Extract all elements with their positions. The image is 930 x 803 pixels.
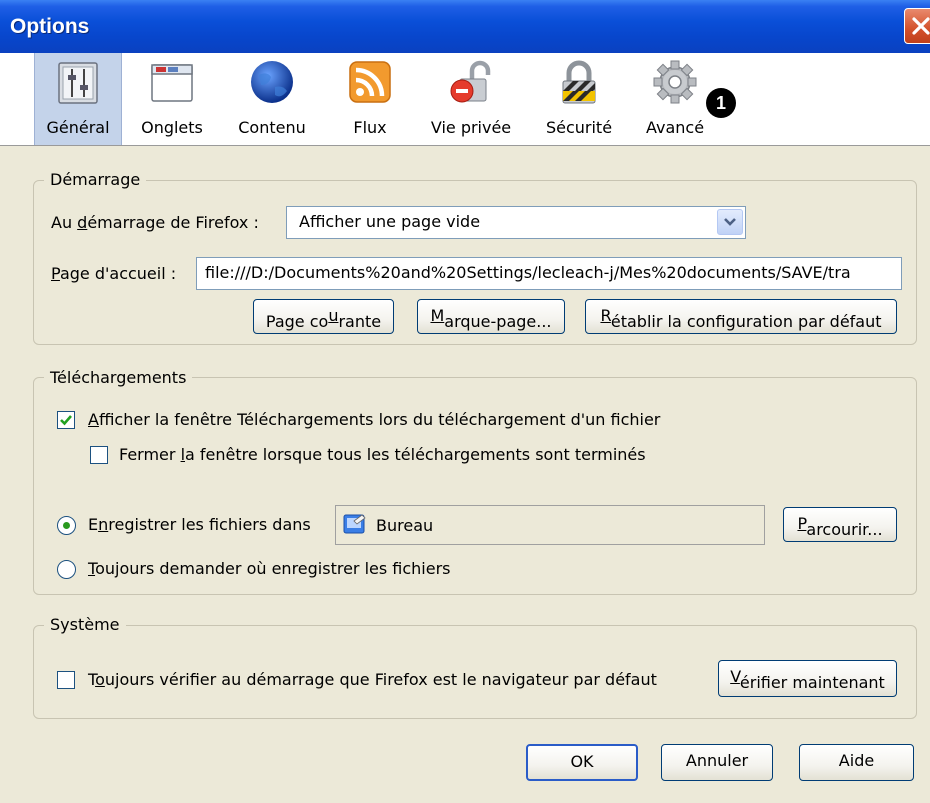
downloads-group-title: Téléchargements [44, 368, 193, 387]
check-default-browser-checkbox[interactable] [57, 671, 75, 689]
options-dialog: Options Général Onglets Contenu Flux Vie… [0, 0, 930, 803]
chevron-down-icon[interactable] [717, 209, 743, 235]
check-now-button[interactable]: Vérifier maintenant [718, 660, 897, 697]
check-default-browser-label: Toujours vérifier au démarrage que Firef… [88, 670, 657, 689]
options-toolbar: Général Onglets Contenu Flux Vie privée … [0, 53, 930, 146]
tab-security-label: Sécurité [545, 118, 613, 137]
content-globe-icon [251, 61, 293, 103]
title-bar[interactable]: Options [0, 0, 930, 53]
tab-content[interactable]: Contenu [226, 53, 318, 145]
close-downloads-checkbox[interactable] [90, 446, 108, 464]
cancel-button[interactable]: Annuler [661, 744, 773, 781]
ok-button[interactable]: OK [526, 744, 638, 781]
save-in-radio[interactable] [57, 516, 76, 535]
download-folder-value: Bureau [376, 516, 434, 535]
system-group-title: Système [44, 615, 126, 634]
close-icon [912, 17, 930, 35]
home-page-input[interactable]: file:///D:/Documents%20and%20Settings/le… [196, 257, 902, 290]
tab-tabs-label: Onglets [141, 118, 203, 137]
show-downloads-label: Afficher la fenêtre Téléchargements lors… [88, 410, 661, 429]
tab-general[interactable]: Général [34, 53, 122, 145]
use-current-page-button[interactable]: Page courante [253, 299, 394, 334]
tab-advanced[interactable]: Avancé [632, 53, 718, 145]
startup-label: Au démarrage de Firefox : [51, 213, 259, 232]
home-page-value: file:///D:/Documents%20and%20Settings/le… [205, 263, 851, 282]
annotation-badge: 1 [706, 88, 736, 118]
use-bookmark-button[interactable]: Marque-page... [417, 299, 565, 334]
privacy-lock-icon [450, 60, 491, 103]
radio-selected-dot [63, 522, 70, 529]
close-downloads-label: Fermer la fenêtre lorsque tous les téléc… [119, 445, 646, 464]
tab-privacy-label: Vie privée [430, 118, 512, 137]
desktop-folder-icon [343, 514, 366, 534]
startup-select[interactable]: Afficher une page vide [286, 206, 746, 239]
tab-privacy[interactable]: Vie privée [418, 53, 524, 145]
restore-default-button[interactable]: Rétablir la configuration par défaut [585, 299, 897, 334]
tab-feeds-label: Flux [353, 118, 387, 137]
tab-security[interactable]: Sécurité [532, 53, 626, 145]
general-icon [58, 62, 98, 104]
checkmark-icon [60, 415, 72, 426]
window-title: Options [10, 15, 90, 38]
startup-select-value: Afficher une page vide [299, 212, 481, 231]
browse-button[interactable]: Parcourir... [783, 507, 897, 542]
rss-feed-icon [349, 61, 391, 103]
startup-group-title: Démarrage [44, 170, 147, 189]
home-page-label: Page d'accueil : [51, 264, 177, 283]
tab-general-label: Général [46, 118, 110, 137]
close-button[interactable] [904, 8, 930, 44]
tabs-icon [151, 64, 193, 102]
save-in-label: Enregistrer les fichiers dans [88, 515, 311, 534]
advanced-gear-icon [653, 60, 697, 104]
help-button[interactable]: Aide [799, 744, 914, 781]
download-folder-field: Bureau [335, 505, 765, 545]
show-downloads-checkbox[interactable] [57, 411, 75, 429]
always-ask-label: Toujours demander où enregistrer les fic… [88, 559, 451, 578]
tab-feeds[interactable]: Flux [326, 53, 414, 145]
tab-tabs[interactable]: Onglets [128, 53, 216, 145]
always-ask-radio[interactable] [57, 560, 76, 579]
tab-content-label: Contenu [238, 118, 306, 137]
tab-advanced-label: Avancé [645, 118, 705, 137]
security-padlock-icon [562, 60, 596, 104]
